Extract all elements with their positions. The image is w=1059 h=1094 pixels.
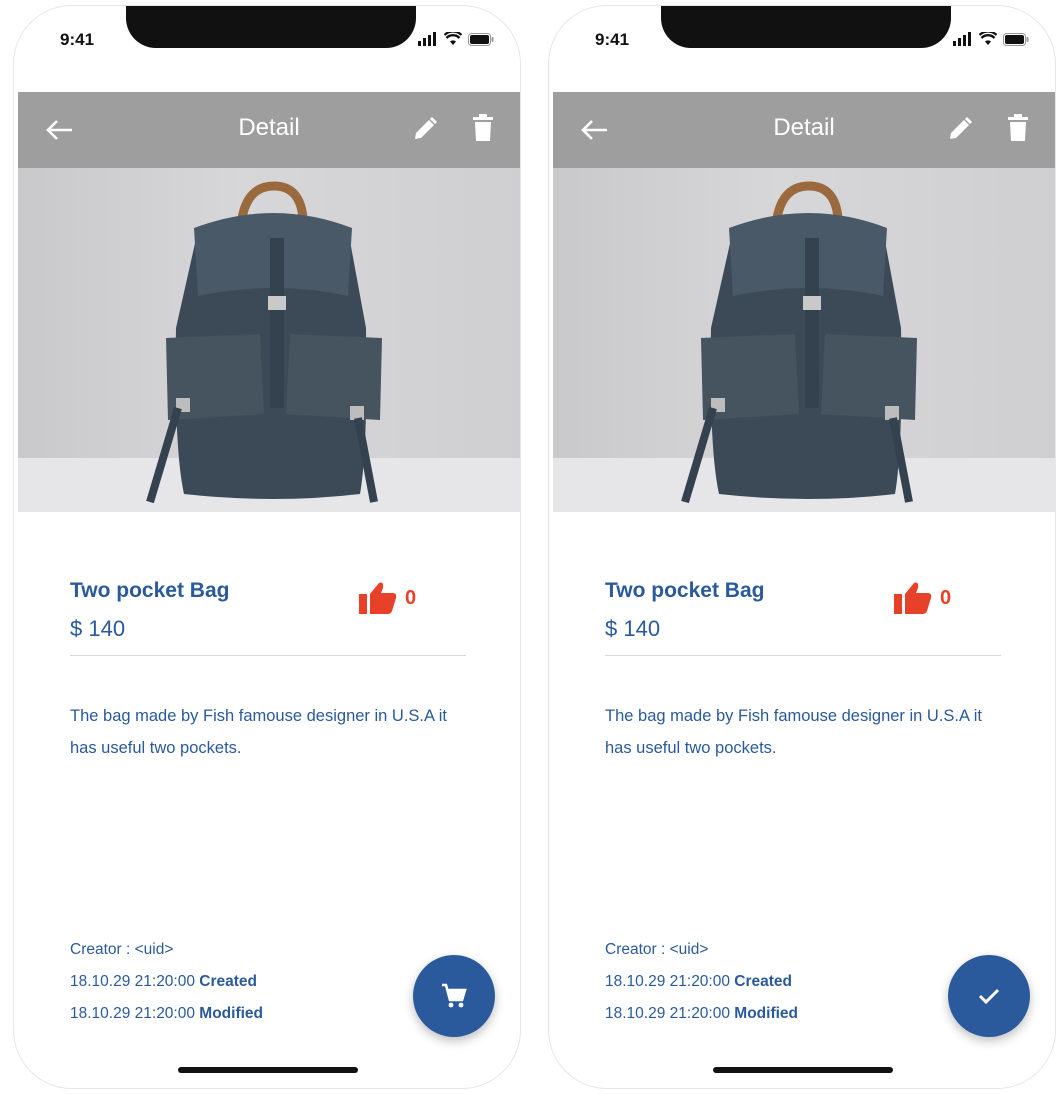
status-bar: 9:41: [549, 6, 1055, 92]
page-title: Detail: [238, 114, 300, 141]
meta-info: Creator : <uid> 18.10.29 21:20:00 Create…: [70, 934, 263, 1030]
pencil-icon: [950, 116, 973, 139]
wifi-icon: [444, 32, 462, 45]
backpack-illustration: [553, 181, 1055, 512]
app-bar: Detail: [553, 92, 1055, 168]
modified-date: 18.10.29 21:20:00: [605, 1005, 730, 1022]
created-label: Created: [199, 973, 258, 990]
product-name: Two pocket Bag: [605, 579, 765, 602]
modified-line: 18.10.29 21:20:00 Modified: [70, 998, 263, 1030]
app-bar: Detail: [18, 92, 520, 168]
home-indicator[interactable]: [178, 1067, 358, 1073]
product-image: [553, 168, 1055, 512]
divider: [70, 655, 466, 656]
divider: [605, 655, 1001, 656]
created-line: 18.10.29 21:20:00 Created: [70, 966, 263, 998]
edit-button[interactable]: [412, 116, 438, 147]
created-label: Created: [734, 973, 793, 990]
like-count: 0: [405, 586, 417, 609]
created-date: 18.10.29 21:20:00: [70, 973, 195, 990]
product-price: $ 140: [70, 616, 126, 641]
product-image: [18, 168, 520, 512]
add-to-cart-button[interactable]: [413, 955, 495, 1037]
trash-icon: [1008, 114, 1028, 141]
delete-button[interactable]: [472, 114, 494, 147]
status-icons: [953, 32, 1029, 46]
like-button[interactable]: 0: [359, 582, 416, 614]
notch: [661, 6, 951, 48]
like-count: 0: [940, 586, 952, 609]
pencil-icon: [415, 116, 438, 139]
signal-icon: [953, 32, 971, 46]
meta-info: Creator : <uid> 18.10.29 21:20:00 Create…: [605, 934, 798, 1030]
backpack-illustration: [18, 181, 520, 512]
confirm-button[interactable]: [948, 955, 1030, 1037]
creator-line: Creator : <uid>: [70, 941, 174, 958]
creator-line: Creator : <uid>: [605, 941, 709, 958]
product-price: $ 140: [605, 616, 661, 641]
status-time: 9:41: [595, 30, 630, 49]
modified-label: Modified: [734, 1005, 799, 1022]
status-bar: 9:41: [14, 6, 520, 92]
check-icon: [978, 988, 1000, 1005]
like-button[interactable]: 0: [894, 582, 951, 614]
status-time: 9:41: [60, 30, 95, 49]
wifi-icon: [979, 32, 997, 45]
modified-label: Modified: [199, 1005, 264, 1022]
thumb-up-icon: [894, 582, 932, 614]
product-description: The bag made by Fish famouse designer in…: [70, 707, 447, 757]
edit-button[interactable]: [947, 116, 973, 147]
cart-icon: [442, 983, 467, 1008]
modified-line: 18.10.29 21:20:00 Modified: [605, 998, 798, 1030]
status-icons: [418, 32, 494, 46]
product-name: Two pocket Bag: [70, 579, 230, 602]
product-description: The bag made by Fish famouse designer in…: [605, 707, 982, 757]
created-line: 18.10.29 21:20:00 Created: [605, 966, 798, 998]
delete-button[interactable]: [1007, 114, 1029, 147]
trash-icon: [473, 114, 493, 141]
phone-screen-left: 9:41 Detail Two pocket Bag $ 140 0 The b…: [14, 6, 520, 1088]
notch: [126, 6, 416, 48]
thumb-up-icon: [359, 582, 397, 614]
battery-icon: [468, 32, 494, 46]
created-date: 18.10.29 21:20:00: [605, 973, 730, 990]
phone-screen-right: 9:41 Detail Two pocket Bag $ 140 0 The b…: [549, 6, 1055, 1088]
home-indicator[interactable]: [713, 1067, 893, 1073]
signal-icon: [418, 32, 436, 46]
page-title: Detail: [773, 114, 835, 141]
battery-icon: [1003, 32, 1029, 46]
modified-date: 18.10.29 21:20:00: [70, 1005, 195, 1022]
